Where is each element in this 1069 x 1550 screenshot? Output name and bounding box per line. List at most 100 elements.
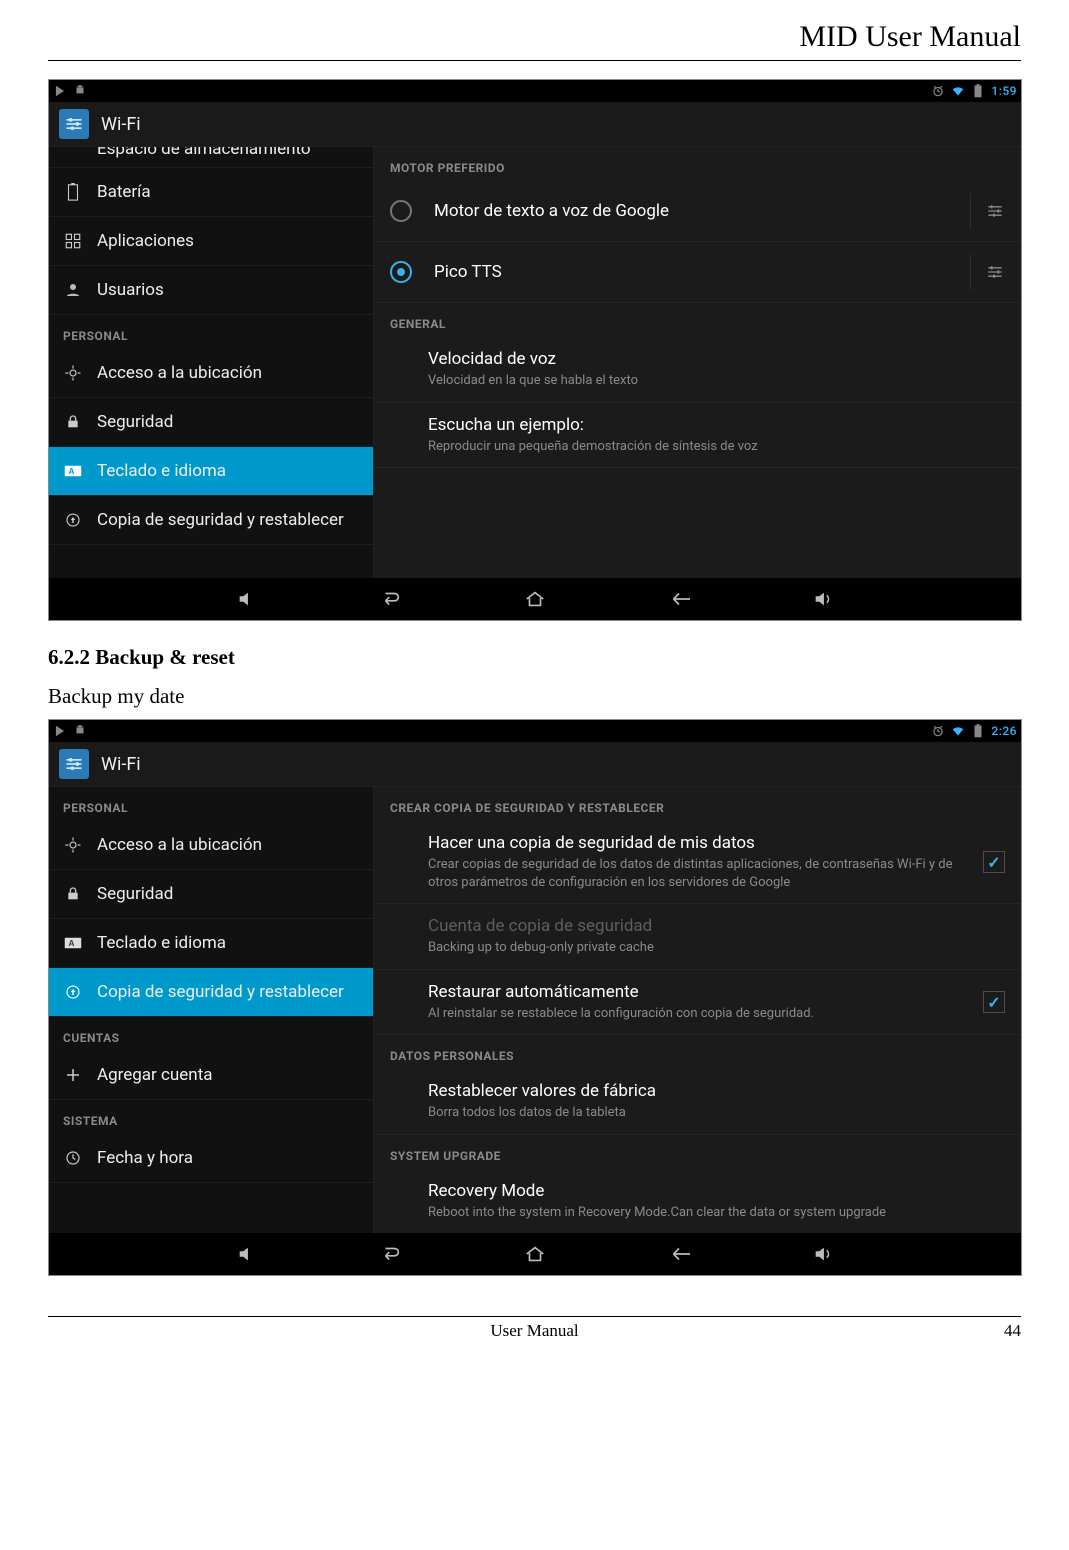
row-title: Hacer una copia de seguridad de mis dato… bbox=[428, 833, 971, 853]
sidebar-item-label: Seguridad bbox=[97, 884, 173, 904]
doc-header-title: MID User Manual bbox=[48, 20, 1021, 54]
radio-icon[interactable] bbox=[390, 200, 412, 222]
system-nav-bar bbox=[49, 1233, 1021, 1275]
alarm-icon bbox=[931, 84, 945, 98]
sidebar-item-language[interactable]: A Teclado e idioma bbox=[49, 919, 373, 968]
alarm-icon bbox=[931, 724, 945, 738]
sidebar-item-backup[interactable]: Copia de seguridad y restablecer bbox=[49, 496, 373, 545]
clock-icon bbox=[63, 1148, 83, 1168]
sidebar-item-datetime[interactable]: Fecha y hora bbox=[49, 1134, 373, 1183]
sidebar-item-location[interactable]: Acceso a la ubicación bbox=[49, 349, 373, 398]
row-subtitle: Reproducir una pequeña demostración de s… bbox=[428, 438, 993, 456]
battery-icon bbox=[971, 84, 985, 98]
row-title: Restaurar automáticamente bbox=[428, 982, 971, 1002]
engine-settings-button[interactable] bbox=[970, 193, 1005, 229]
screenshot-backup: 2:26 Wi-Fi PERSONAL Acceso a la ubicació… bbox=[48, 719, 1022, 1276]
sidebar-item-users[interactable]: Usuarios bbox=[49, 266, 373, 315]
row-listen-example[interactable]: Escucha un ejemplo: Reproducir una peque… bbox=[374, 403, 1021, 469]
radio-icon[interactable] bbox=[390, 261, 412, 283]
screenshot-tts: 1:59 Wi-Fi Espacio de almacenamiento Bat… bbox=[48, 79, 1022, 621]
sidebar-item-add-account[interactable]: Agregar cuenta bbox=[49, 1051, 373, 1100]
sidebar-heading-personal: PERSONAL bbox=[49, 315, 373, 349]
row-subtitle: Borra todos los datos de la tableta bbox=[428, 1104, 993, 1122]
location-icon bbox=[63, 363, 83, 383]
keyboard-icon: A bbox=[63, 461, 83, 481]
row-subtitle: Crear copias de seguridad de los datos d… bbox=[428, 856, 971, 891]
back-button[interactable] bbox=[374, 582, 408, 616]
heading-system-upgrade: SYSTEM UPGRADE bbox=[374, 1135, 1021, 1169]
row-title: Escucha un ejemplo: bbox=[428, 415, 993, 435]
back-button[interactable] bbox=[374, 1237, 408, 1271]
row-subtitle: Velocidad en la que se habla el texto bbox=[428, 372, 993, 390]
home-button[interactable] bbox=[518, 582, 552, 616]
plus-icon bbox=[63, 1065, 83, 1085]
footer-page-number: 44 bbox=[1004, 1321, 1021, 1341]
engine-row-pico[interactable]: Pico TTS bbox=[374, 242, 1021, 303]
location-icon bbox=[63, 835, 83, 855]
row-speech-rate[interactable]: Velocidad de voz Velocidad en la que se … bbox=[374, 337, 1021, 403]
row-backup-my-data[interactable]: Hacer una copia de seguridad de mis dato… bbox=[374, 821, 1021, 904]
engine-settings-button[interactable] bbox=[970, 254, 1005, 290]
title-bar: Wi-Fi bbox=[49, 102, 1021, 147]
sidebar-item-label: Acceso a la ubicación bbox=[97, 835, 262, 855]
status-clock: 2:26 bbox=[991, 724, 1017, 738]
battery-icon bbox=[63, 182, 83, 202]
engine-label: Motor de texto a voz de Google bbox=[434, 201, 936, 221]
sidebar-item-backup[interactable]: Copia de seguridad y restablecer bbox=[49, 968, 373, 1017]
sidebar-item-label: Agregar cuenta bbox=[97, 1065, 213, 1085]
sidebar-item-language[interactable]: A Teclado e idioma bbox=[49, 447, 373, 496]
recent-button[interactable] bbox=[662, 1237, 696, 1271]
wifi-icon bbox=[951, 84, 965, 98]
screen-title: Wi-Fi bbox=[101, 754, 141, 775]
home-button[interactable] bbox=[518, 1237, 552, 1271]
row-auto-restore[interactable]: Restaurar automáticamente Al reinstalar … bbox=[374, 970, 1021, 1036]
settings-app-icon bbox=[59, 109, 89, 139]
sidebar-item-label: Espacio de almacenamiento bbox=[97, 147, 311, 159]
volume-down-button[interactable] bbox=[230, 582, 264, 616]
usb-debug-icon bbox=[53, 724, 67, 738]
wifi-icon bbox=[951, 724, 965, 738]
checkbox[interactable] bbox=[983, 991, 1005, 1013]
sidebar-item-label: Acceso a la ubicación bbox=[97, 363, 262, 383]
recent-button[interactable] bbox=[662, 582, 696, 616]
sidebar-item-security[interactable]: Seguridad bbox=[49, 398, 373, 447]
heading-personal-data: DATOS PERSONALES bbox=[374, 1035, 1021, 1069]
sidebar-item-label: Teclado e idioma bbox=[97, 933, 226, 953]
keyboard-icon: A bbox=[63, 933, 83, 953]
row-recovery-mode[interactable]: Recovery Mode Reboot into the system in … bbox=[374, 1169, 1021, 1234]
sidebar-item-location[interactable]: Acceso a la ubicación bbox=[49, 821, 373, 870]
heading-preferred-engine: MOTOR PREFERIDO bbox=[374, 147, 1021, 181]
row-subtitle: Reboot into the system in Recovery Mode.… bbox=[428, 1204, 993, 1222]
sidebar-item-apps[interactable]: Aplicaciones bbox=[49, 217, 373, 266]
row-subtitle: Backing up to debug-only private cache bbox=[428, 939, 993, 957]
android-icon bbox=[73, 724, 87, 738]
screen-title: Wi-Fi bbox=[101, 114, 141, 135]
sidebar-item-battery[interactable]: Batería bbox=[49, 168, 373, 217]
volume-up-button[interactable] bbox=[806, 1237, 840, 1271]
status-bar: 1:59 bbox=[49, 80, 1021, 102]
row-factory-reset[interactable]: Restablecer valores de fábrica Borra tod… bbox=[374, 1069, 1021, 1135]
users-icon bbox=[63, 280, 83, 300]
volume-up-button[interactable] bbox=[806, 582, 840, 616]
settings-app-icon bbox=[59, 749, 89, 779]
sidebar-item-security[interactable]: Seguridad bbox=[49, 870, 373, 919]
usb-debug-icon bbox=[53, 84, 67, 98]
volume-down-button[interactable] bbox=[230, 1237, 264, 1271]
checkbox[interactable] bbox=[983, 851, 1005, 873]
settings-sidebar: PERSONAL Acceso a la ubicación Seguridad… bbox=[49, 787, 374, 1233]
sidebar-item-label: Seguridad bbox=[97, 412, 173, 432]
sidebar-item-storage[interactable]: Espacio de almacenamiento bbox=[49, 147, 373, 168]
system-nav-bar bbox=[49, 578, 1021, 620]
row-title: Recovery Mode bbox=[428, 1181, 993, 1201]
row-title: Velocidad de voz bbox=[428, 349, 993, 369]
storage-icon bbox=[63, 147, 83, 159]
row-backup-account[interactable]: Cuenta de copia de seguridad Backing up … bbox=[374, 904, 1021, 970]
sidebar-item-label: Batería bbox=[97, 182, 151, 202]
sidebar-heading-personal: PERSONAL bbox=[49, 787, 373, 821]
engine-row-google[interactable]: Motor de texto a voz de Google bbox=[374, 181, 1021, 242]
sidebar-item-label: Teclado e idioma bbox=[97, 461, 226, 481]
sidebar-heading-accounts: CUENTAS bbox=[49, 1017, 373, 1051]
backup-icon bbox=[63, 510, 83, 530]
settings-detail: MOTOR PREFERIDO Motor de texto a voz de … bbox=[374, 147, 1021, 578]
row-subtitle: Al reinstalar se restablece la configura… bbox=[428, 1005, 971, 1023]
